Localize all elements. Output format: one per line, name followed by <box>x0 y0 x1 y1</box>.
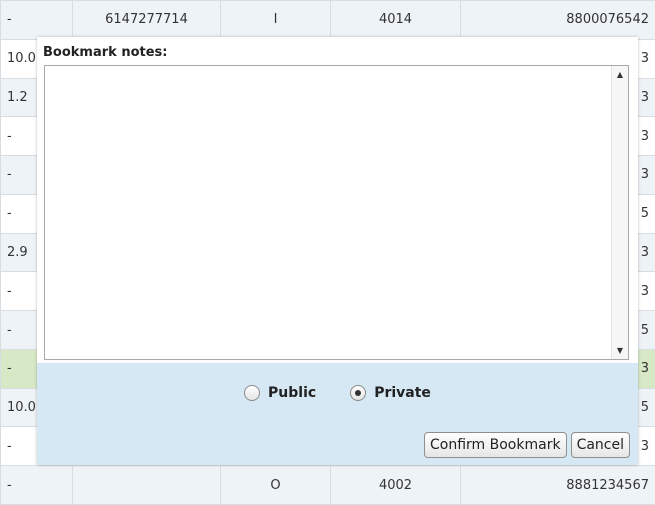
textarea-scrollbar[interactable]: ▲ ▼ <box>611 66 628 359</box>
table-cell: - <box>0 465 73 505</box>
table-cell: 4014 <box>330 0 461 40</box>
scroll-down-arrow-icon[interactable]: ▼ <box>612 342 628 359</box>
table-cell: 4002 <box>330 465 461 505</box>
table-row: - O 4002 8881234567 <box>0 465 655 505</box>
bookmark-dialog: Bookmark notes: ▲ ▼ Public Private Confi… <box>37 37 638 465</box>
bookmark-notes-textarea[interactable] <box>45 66 612 359</box>
scroll-up-arrow-icon[interactable]: ▲ <box>612 66 628 83</box>
dialog-button-row: Confirm Bookmark Cancel <box>420 432 630 458</box>
table-row: -6147277714 I 4014 8800076542 <box>0 0 655 40</box>
table-cell <box>72 465 221 505</box>
table-cell: 6147277714 <box>72 0 221 40</box>
private-radio-option[interactable]: Private <box>350 385 431 401</box>
table-cell: - <box>0 0 73 40</box>
private-radio-icon[interactable] <box>350 385 367 401</box>
cancel-button[interactable]: Cancel <box>570 432 630 458</box>
confirm-bookmark-button[interactable]: Confirm Bookmark <box>424 432 567 458</box>
table-cell: 8800076542 <box>460 0 655 40</box>
public-radio-option[interactable]: Public <box>244 385 316 401</box>
public-radio-icon[interactable] <box>244 385 261 401</box>
notes-textarea-wrap: ▲ ▼ <box>44 65 629 360</box>
bookmark-notes-label: Bookmark notes: <box>43 45 168 60</box>
table-cell: O <box>220 465 331 505</box>
table-cell: 8881234567 <box>460 465 655 505</box>
public-radio-label: Public <box>268 385 317 401</box>
dialog-footer: Public Private Confirm Bookmark Cancel <box>37 363 638 465</box>
private-radio-label: Private <box>374 385 431 401</box>
table-cell: I <box>220 0 331 40</box>
dialog-content: Bookmark notes: ▲ ▼ <box>37 37 638 363</box>
visibility-radio-group: Public Private <box>37 383 638 403</box>
